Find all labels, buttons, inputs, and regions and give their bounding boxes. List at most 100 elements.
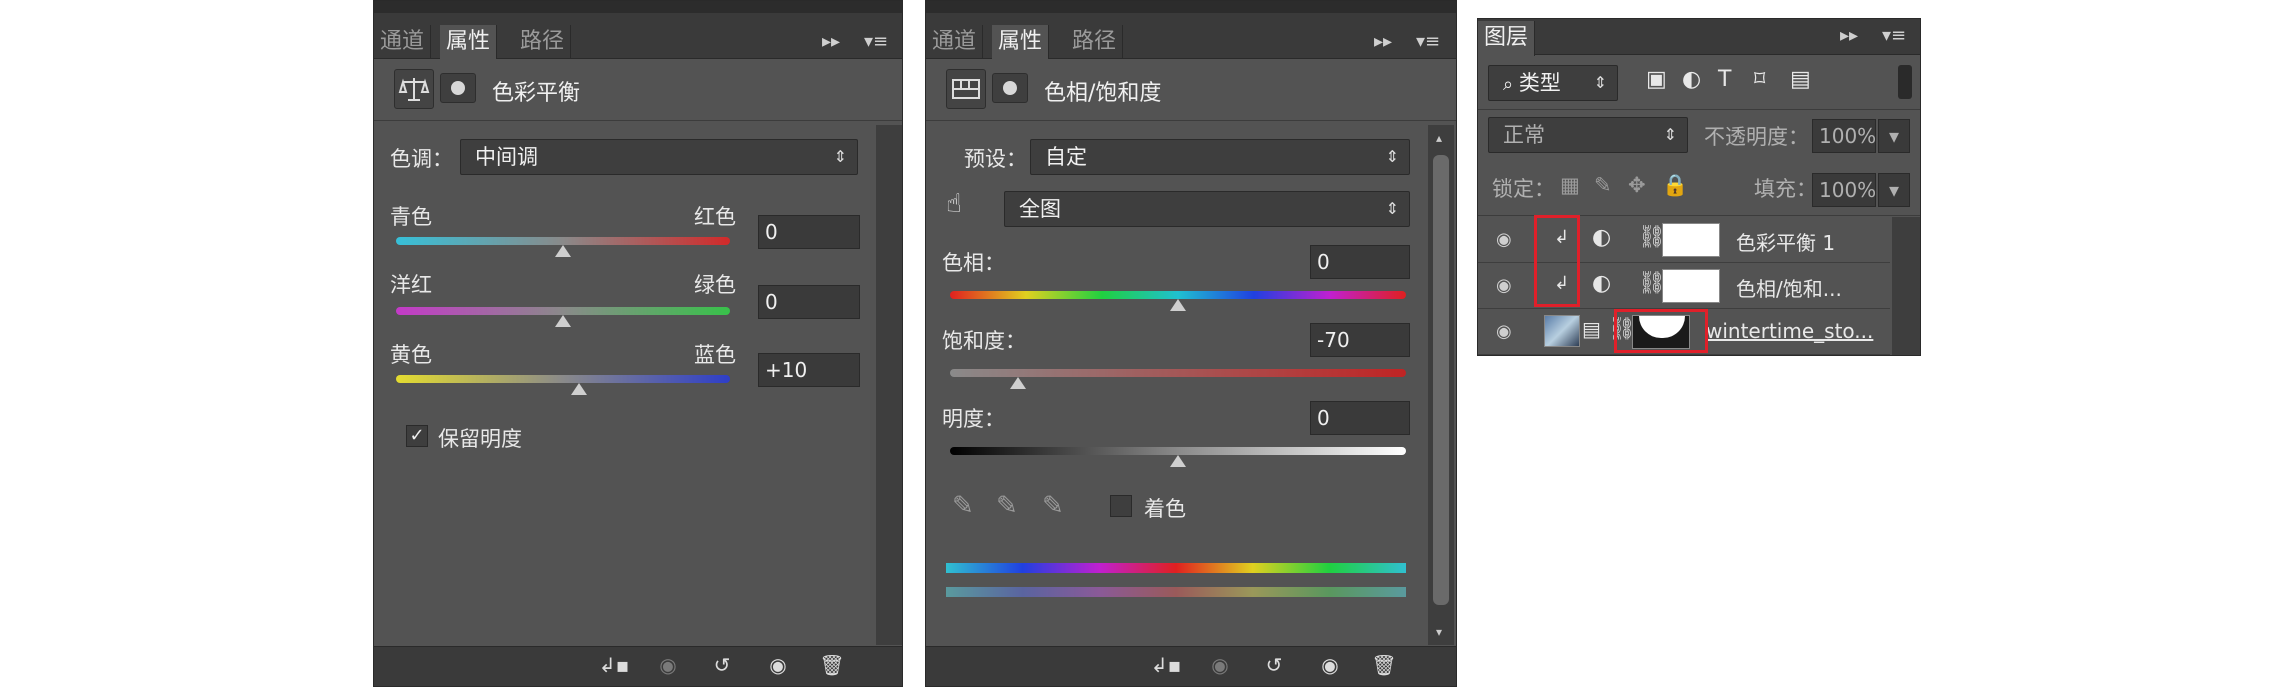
view-previous-icon[interactable]: ◉ bbox=[1202, 651, 1238, 679]
lock-all-icon[interactable]: 🔒 bbox=[1662, 173, 1688, 198]
layer-mask-thumbnail bbox=[1662, 223, 1720, 257]
tab-properties[interactable]: 属性 bbox=[440, 25, 498, 60]
clip-to-layer-icon[interactable]: ↲▪ bbox=[1148, 651, 1184, 679]
trash-icon[interactable]: 🗑 bbox=[1366, 651, 1402, 679]
panel-menu-icon[interactable]: ▾≡ bbox=[1882, 19, 1906, 53]
magenta-green-slider-track[interactable] bbox=[396, 307, 730, 315]
blend-mode-select[interactable]: 正常 ⇕ bbox=[1488, 117, 1688, 153]
scroll-down-icon[interactable]: ▾ bbox=[1436, 625, 1442, 639]
scroll-up-icon[interactable]: ▴ bbox=[1436, 131, 1442, 145]
lock-position-move-icon[interactable]: ✥ bbox=[1628, 173, 1646, 197]
filter-type-icon[interactable]: T bbox=[1718, 67, 1731, 92]
scrollbar[interactable] bbox=[876, 125, 902, 645]
tab-paths[interactable]: 路径 bbox=[514, 25, 572, 59]
preserve-luminosity-checkbox[interactable]: ✓ bbox=[406, 425, 428, 447]
opacity-dropdown-button[interactable]: ▾ bbox=[1878, 119, 1910, 153]
range-select[interactable]: 全图 ⇕ bbox=[1004, 191, 1410, 227]
tab-bar: 图层 ▸▸ ▾≡ bbox=[1478, 19, 1920, 56]
eyedropper-plus-icon[interactable]: ✎ bbox=[996, 491, 1018, 521]
clip-to-layer-icon[interactable]: ↲▪ bbox=[596, 651, 632, 679]
filter-pixel-icon[interactable]: ▣ bbox=[1646, 67, 1667, 92]
reset-icon[interactable]: ↺ bbox=[704, 651, 740, 679]
opacity-value-field[interactable]: 100% bbox=[1812, 119, 1876, 153]
magenta-green-value-field[interactable]: 0 bbox=[758, 285, 860, 319]
filter-adjustment-icon[interactable]: ◐ bbox=[1682, 67, 1701, 92]
scrollbar[interactable]: ▴ ▾ bbox=[1428, 125, 1454, 645]
cyan-red-value-field[interactable]: 0 bbox=[758, 215, 860, 249]
magenta-green-slider-thumb[interactable] bbox=[555, 315, 571, 327]
colorize-label: 着色 bbox=[1144, 497, 1186, 521]
tab-channels[interactable]: 通道 bbox=[374, 25, 432, 59]
reset-icon[interactable]: ↺ bbox=[1256, 651, 1292, 679]
select-arrow-icon: ⇕ bbox=[1385, 147, 1399, 166]
trash-icon[interactable]: 🗑 bbox=[814, 651, 850, 679]
hue-slider-track[interactable] bbox=[950, 291, 1406, 299]
select-arrow-icon: ⇕ bbox=[833, 147, 847, 166]
filter-type-value: 类型 bbox=[1518, 71, 1561, 95]
filter-smart-object-icon[interactable]: ▤ bbox=[1790, 67, 1811, 92]
cyan-red-slider-thumb[interactable] bbox=[555, 245, 571, 257]
eyedropper-icon[interactable]: ✎ bbox=[952, 491, 974, 521]
yellow-blue-slider-track[interactable] bbox=[396, 375, 730, 383]
lock-transparent-icon[interactable]: ▦ bbox=[1560, 173, 1580, 197]
eye-icon[interactable]: ◉ bbox=[1312, 651, 1348, 679]
fill-value-field[interactable]: 100% bbox=[1812, 173, 1876, 207]
saturation-slider-thumb[interactable] bbox=[1010, 377, 1026, 389]
saturation-slider-track[interactable] bbox=[950, 369, 1406, 377]
adjustment-layer-icon: ◐ bbox=[1592, 225, 1612, 250]
panel-menu-icon[interactable]: ▾≡ bbox=[864, 25, 888, 59]
layer-mask-thumbnail bbox=[1662, 269, 1720, 303]
view-previous-icon[interactable]: ◉ bbox=[650, 651, 686, 679]
tab-layers[interactable]: 图层 bbox=[1478, 21, 1536, 56]
tab-paths[interactable]: 路径 bbox=[1066, 25, 1124, 59]
colorize-checkbox[interactable] bbox=[1110, 495, 1132, 517]
lightness-slider-thumb[interactable] bbox=[1170, 455, 1186, 467]
tab-properties[interactable]: 属性 bbox=[992, 25, 1050, 60]
double-arrow-icon[interactable]: ▸▸ bbox=[1374, 25, 1392, 59]
visibility-eye-icon[interactable]: ◉ bbox=[1496, 275, 1512, 296]
opacity-label: 不透明度： bbox=[1704, 125, 1809, 149]
lock-label: 锁定： bbox=[1492, 177, 1555, 201]
cyan-red-slider-track[interactable] bbox=[396, 237, 730, 245]
panel-title: 色相/饱和度 bbox=[1044, 81, 1162, 106]
lightness-value-field[interactable]: 0 bbox=[1310, 401, 1410, 435]
fill-label: 填充： bbox=[1754, 177, 1817, 201]
scrollbar[interactable] bbox=[1892, 217, 1920, 355]
range-select-value: 全图 bbox=[1019, 197, 1061, 221]
lightness-label: 明度： bbox=[942, 407, 1005, 431]
saturation-value-field[interactable]: -70 bbox=[1310, 323, 1410, 357]
preset-select[interactable]: 自定 ⇕ bbox=[1030, 139, 1410, 175]
eyedropper-minus-icon[interactable]: ✎ bbox=[1042, 491, 1064, 521]
select-arrow-icon: ⇕ bbox=[1385, 199, 1399, 218]
image-thumbnail bbox=[1544, 315, 1580, 347]
tab-channels[interactable]: 通道 bbox=[926, 25, 984, 59]
fill-dropdown-button[interactable]: ▾ bbox=[1878, 173, 1910, 207]
mask-icon[interactable] bbox=[440, 73, 476, 103]
yellow-blue-slider-thumb[interactable] bbox=[571, 383, 587, 395]
filter-toggle-icon[interactable] bbox=[1898, 65, 1912, 99]
panel-title: 色彩平衡 bbox=[492, 81, 581, 106]
double-arrow-icon[interactable]: ▸▸ bbox=[822, 25, 840, 59]
panel-menu-icon[interactable]: ▾≡ bbox=[1416, 25, 1440, 59]
scroll-thumb[interactable] bbox=[1433, 155, 1449, 605]
lock-pixels-brush-icon[interactable]: ✎ bbox=[1594, 173, 1612, 197]
lightness-slider-track[interactable] bbox=[950, 447, 1406, 455]
green-label: 绿色 bbox=[694, 273, 736, 297]
double-arrow-icon[interactable]: ▸▸ bbox=[1840, 19, 1858, 53]
yellow-blue-value-field[interactable]: +10 bbox=[758, 353, 860, 387]
targeted-adjust-hand-icon[interactable]: ☝ bbox=[946, 189, 962, 219]
hue-value-field[interactable]: 0 bbox=[1310, 245, 1410, 279]
panel-top-strip bbox=[926, 1, 1456, 13]
eye-icon[interactable]: ◉ bbox=[760, 651, 796, 679]
balance-scale-icon bbox=[394, 69, 434, 109]
search-icon: ⌕ bbox=[1503, 74, 1519, 95]
mask-icon[interactable] bbox=[992, 73, 1028, 103]
visibility-eye-icon[interactable]: ◉ bbox=[1496, 229, 1512, 250]
visibility-eye-icon[interactable]: ◉ bbox=[1496, 321, 1512, 342]
filter-type-select[interactable]: ⌕ 类型 ⇕ bbox=[1488, 65, 1618, 101]
hue-slider-thumb[interactable] bbox=[1170, 299, 1186, 311]
magenta-label: 洋红 bbox=[390, 273, 432, 297]
blue-label: 蓝色 bbox=[694, 343, 736, 367]
filter-shape-icon[interactable]: ⌑ bbox=[1754, 67, 1765, 92]
tone-select[interactable]: 中间调 ⇕ bbox=[460, 139, 858, 175]
